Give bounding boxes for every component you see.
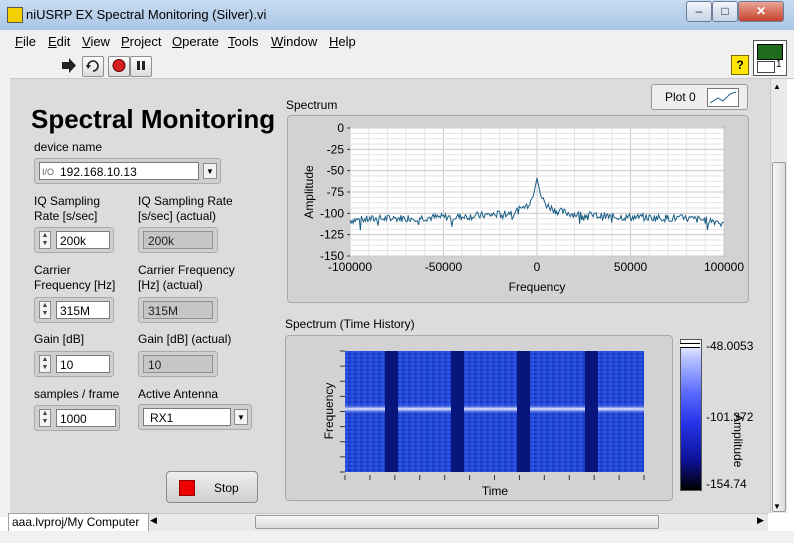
minimize-button[interactable]: – <box>686 1 712 22</box>
gain-actual-indicator: 10 <box>138 351 218 377</box>
history-x-axis-label: Time <box>482 484 509 498</box>
spectrum-y-tick-label: -50 <box>327 164 345 178</box>
plot-line-icon <box>707 88 739 107</box>
iq-rate-actual-label: IQ Sampling Rate [s/sec] (actual) <box>138 194 233 223</box>
carrier-control[interactable]: ▲ ▼ 315M <box>34 297 114 323</box>
context-help-button[interactable]: ? <box>731 55 749 75</box>
carrier-actual-value: 315M <box>143 301 213 319</box>
window-title: niUSRP EX Spectral Monitoring (Silver).v… <box>26 7 267 22</box>
carrier-spinner-icon[interactable]: ▲ ▼ <box>39 301 51 319</box>
samples-control[interactable]: ▲ ▼ 1000 <box>34 405 120 431</box>
spectrum-x-tick-label: -50000 <box>425 260 463 274</box>
spectrum-y-tick-label: -125 <box>320 228 344 242</box>
gain-actual-label: Gain [dB] (actual) <box>138 332 232 346</box>
gain-label: Gain [dB] <box>34 332 85 346</box>
spectrum-y-tick-label: -150 <box>320 249 344 263</box>
plot-legend[interactable]: Plot 0 <box>651 84 748 110</box>
carrier-label: Carrier Frequency [Hz] <box>34 263 116 292</box>
menu-operate[interactable]: Operate <box>172 34 219 49</box>
menu-edit[interactable]: Edit <box>48 34 70 49</box>
carrier-actual-indicator: 315M <box>138 297 218 323</box>
status-project-path: aaa.lvproj/My Computer <box>8 513 149 532</box>
scroll-right-icon[interactable]: ▶ <box>757 515 764 526</box>
spectrum-y-tick-label: -25 <box>327 142 345 156</box>
history-title: Spectrum (Time History) <box>285 317 415 331</box>
device-name-label: device name <box>34 140 103 154</box>
connector-number: 1 <box>776 59 782 70</box>
amplitude-colorbar[interactable] <box>680 339 702 491</box>
stop-button[interactable]: Stop <box>166 471 258 503</box>
history-y-axis-label: Frequency <box>322 383 336 440</box>
close-button[interactable]: ✕ <box>738 1 784 22</box>
menu-bar <box>0 30 794 52</box>
maximize-button[interactable]: □ <box>712 1 738 22</box>
history-axes: Time Frequency <box>322 350 645 498</box>
carrier-field[interactable]: 315M <box>56 301 110 319</box>
samples-field[interactable]: 1000 <box>56 409 116 427</box>
spectrum-x-tick-label: 100000 <box>704 260 744 274</box>
run-continuously-icon[interactable] <box>82 56 104 77</box>
colorbar-label: Amplitude <box>731 414 745 468</box>
device-name-field[interactable]: I/O 192.168.10.13 <box>39 162 199 180</box>
gain-field[interactable]: 10 <box>56 355 110 373</box>
device-name-value: 192.168.10.13 <box>60 165 137 179</box>
panel-heading: Spectral Monitoring <box>31 104 276 134</box>
iq-rate-spinner-icon[interactable]: ▲ ▼ <box>39 231 51 249</box>
pause-icon[interactable] <box>130 56 152 77</box>
colorbar-max: -48.0053 <box>706 339 754 353</box>
iq-rate-actual-value: 200k <box>143 231 213 249</box>
spectrum-title: Spectrum <box>286 98 338 112</box>
gain-spinner-icon[interactable]: ▲ ▼ <box>39 355 51 373</box>
colorbar-min: -154.74 <box>706 477 747 491</box>
device-name-control[interactable]: I/O 192.168.10.13 ▼ <box>34 158 221 184</box>
labview-app-icon <box>7 7 23 23</box>
spectrum-y-tick-label: -75 <box>327 185 345 199</box>
antenna-control[interactable]: RX1 ▼ <box>138 404 252 430</box>
menu-project[interactable]: Project <box>121 34 161 49</box>
run-arrow-icon[interactable] <box>59 56 79 75</box>
spectrum-x-axis-label: Frequency <box>509 280 566 294</box>
gain-actual-value: 10 <box>143 355 213 373</box>
antenna-dropdown-icon[interactable]: ▼ <box>234 409 248 425</box>
device-dropdown-icon[interactable]: ▼ <box>203 163 217 179</box>
iq-rate-actual-indicator: 200k <box>138 227 218 253</box>
spectrum-graph[interactable]: -100000 -50000 0 50000 1000000-25-50-75-100-… <box>287 115 749 303</box>
gain-control[interactable]: ▲ ▼ 10 <box>34 351 114 377</box>
scroll-up-icon[interactable]: ▲ <box>773 82 781 91</box>
samples-spinner-icon[interactable]: ▲ ▼ <box>39 409 51 427</box>
iq-rate-control[interactable]: ▲ ▼ 200k <box>34 227 114 253</box>
menu-view[interactable]: View <box>82 34 110 49</box>
menu-tools[interactable]: Tools <box>228 34 258 49</box>
spectrum-y-tick-label: 0 <box>337 121 344 135</box>
vertical-scroll-thumb[interactable] <box>772 162 786 512</box>
samples-label: samples / frame <box>34 387 120 401</box>
menu-file[interactable]: File <box>15 34 36 49</box>
scroll-left-icon[interactable]: ◀ <box>150 515 157 526</box>
panel-left-edge <box>0 52 10 517</box>
abort-icon[interactable] <box>108 56 130 77</box>
carrier-actual-label: Carrier Frequency [Hz] (actual) <box>138 263 235 292</box>
horizontal-scroll-thumb[interactable] <box>255 515 659 529</box>
iq-rate-field[interactable]: 200k <box>56 231 110 249</box>
spectrum-y-axis-label: Amplitude <box>302 165 316 219</box>
spectrum-x-tick-label: 0 <box>534 260 541 274</box>
spectrum-x-tick-label: 50000 <box>614 260 648 274</box>
scroll-down-icon[interactable]: ▼ <box>773 502 781 511</box>
colorbar-marker <box>680 343 700 348</box>
vi-icon[interactable]: 1 <box>753 40 787 76</box>
window-bottom-border <box>0 531 794 543</box>
menu-help[interactable]: Help <box>329 34 356 49</box>
spectrum-y-tick-label: -100 <box>320 206 344 220</box>
plot-legend-label: Plot 0 <box>665 90 696 104</box>
menu-window[interactable]: Window <box>271 34 317 49</box>
stop-led-icon <box>179 480 195 496</box>
antenna-field[interactable]: RX1 <box>143 408 231 426</box>
stop-button-label: Stop <box>214 481 239 495</box>
antenna-label: Active Antenna <box>138 387 219 401</box>
iq-rate-label: IQ Sampling Rate [s/sec] <box>34 194 101 223</box>
io-tag-icon: I/O <box>42 167 55 177</box>
